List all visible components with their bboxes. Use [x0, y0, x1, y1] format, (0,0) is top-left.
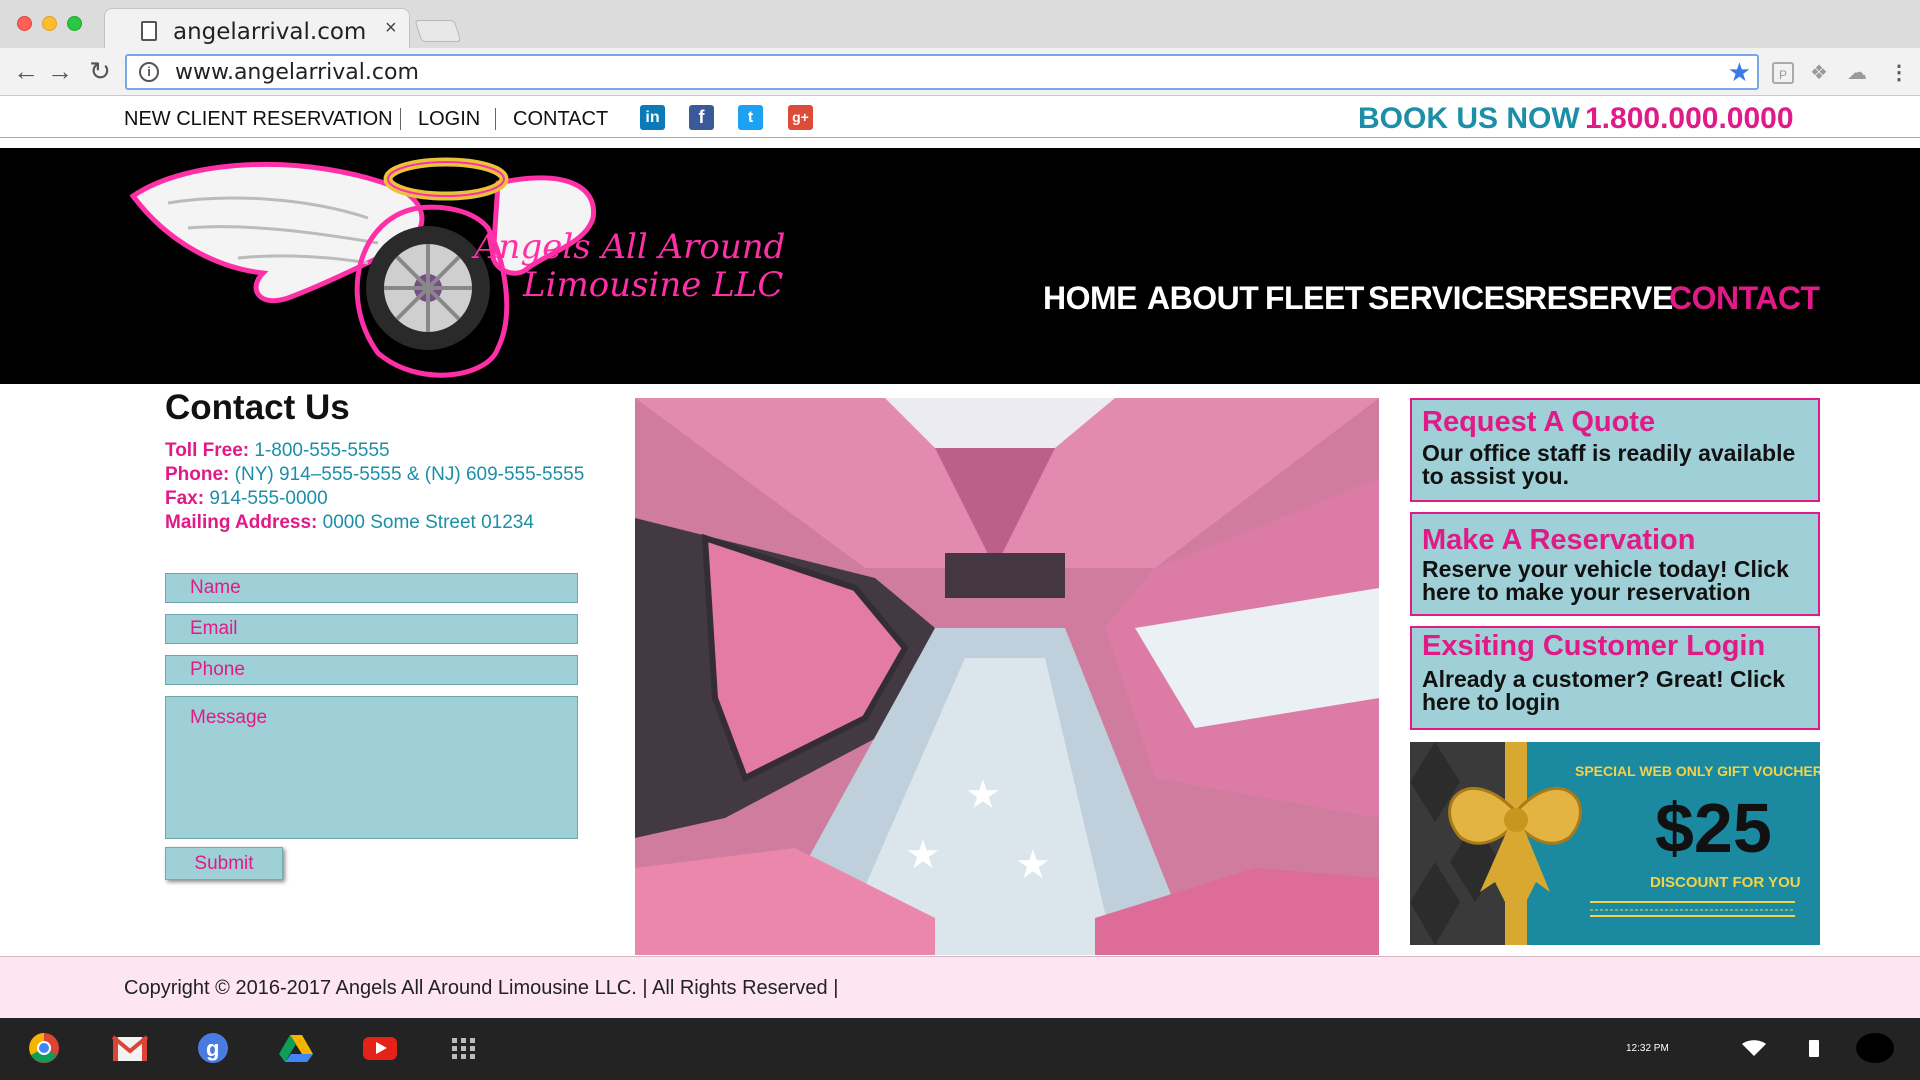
- cloud-icon[interactable]: ☁: [1846, 62, 1868, 84]
- tab-close-icon[interactable]: ×: [385, 17, 397, 40]
- browser-toolbar: ← → ↻ i www.angelarrival.com ★ P ❖ ☁ ⋮: [0, 48, 1920, 96]
- url-text[interactable]: www.angelarrival.com: [175, 60, 419, 85]
- phone-field[interactable]: Phone: [165, 655, 578, 685]
- forward-arrow-icon[interactable]: →: [45, 56, 75, 87]
- browser-menu-icon[interactable]: ⋮: [1888, 62, 1910, 84]
- customer-login-title[interactable]: Exsiting Customer Login: [1422, 630, 1808, 662]
- new-client-reservation-link[interactable]: NEW CLIENT RESERVATION: [124, 108, 393, 131]
- youtube-icon[interactable]: [362, 1032, 398, 1064]
- message-field[interactable]: Message: [165, 696, 578, 839]
- nav-contact[interactable]: CONTACT: [1669, 280, 1820, 317]
- dropbox-icon[interactable]: ❖: [1808, 62, 1830, 84]
- battery-icon[interactable]: [1809, 1040, 1819, 1057]
- chrome-icon[interactable]: [26, 1032, 62, 1064]
- voucher-sub: DISCOUNT FOR YOU: [1650, 874, 1801, 891]
- make-reservation-box[interactable]: Make A Reservation Reserve your vehicle …: [1410, 512, 1820, 616]
- phone-value[interactable]: (NY) 914–555-5555 & (NJ) 609-555-5555: [229, 464, 585, 485]
- phone-number[interactable]: 1.800.000.0000: [1585, 102, 1794, 136]
- bookmark-star-icon[interactable]: ★: [1728, 57, 1751, 88]
- clock[interactable]: 12:32 PM: [1626, 1043, 1669, 1054]
- google-plus-icon[interactable]: g+: [788, 105, 813, 130]
- nav-fleet[interactable]: FLEET: [1265, 280, 1364, 317]
- email-field[interactable]: Email: [165, 614, 578, 644]
- site-header: Angels All Around Limousine LLC HOME ABO…: [0, 148, 1920, 384]
- phone-line: Phone: (NY) 914–555-5555 & (NJ) 609-555-…: [165, 464, 584, 486]
- copyright-text: Copyright © 2016-2017 Angels All Around …: [124, 977, 839, 999]
- divider: [495, 108, 496, 130]
- mailing-address-line: Mailing Address: 0000 Some Street 01234: [165, 512, 534, 534]
- phone-label: Phone:: [165, 464, 230, 485]
- page-icon: [141, 21, 157, 41]
- site-topbar: NEW CLIENT RESERVATION LOGIN CONTACT in …: [0, 96, 1920, 138]
- twitter-icon[interactable]: t: [738, 105, 763, 130]
- info-icon[interactable]: i: [139, 62, 159, 82]
- linkedin-icon[interactable]: in: [640, 105, 665, 130]
- os-shelf: g 12:32 PM: [0, 1018, 1920, 1080]
- facebook-icon[interactable]: f: [689, 105, 714, 130]
- customer-login-body: Already a customer? Great! Click here to…: [1422, 666, 1786, 715]
- submit-button[interactable]: Submit: [165, 847, 283, 880]
- logo-line1: Angels All Around: [471, 227, 785, 267]
- site-footer: Copyright © 2016-2017 Angels All Around …: [0, 956, 1920, 1018]
- page-title: Contact Us: [165, 388, 350, 427]
- login-link[interactable]: LOGIN: [418, 108, 480, 131]
- book-us-now: BOOK US NOW: [1358, 102, 1580, 135]
- fax-label: Fax:: [165, 488, 205, 509]
- fax-line: Fax: 914-555-0000: [165, 488, 328, 510]
- name-field[interactable]: Name: [165, 573, 578, 603]
- mailing-address-value: 0000 Some Street 01234: [317, 512, 534, 533]
- nav-services[interactable]: SERVICES: [1368, 280, 1526, 317]
- contact-link[interactable]: CONTACT: [513, 108, 608, 131]
- reload-icon[interactable]: ↻: [85, 56, 115, 87]
- address-bar[interactable]: i www.angelarrival.com ★: [125, 54, 1759, 90]
- window-maximize-button[interactable]: [67, 16, 82, 31]
- mailing-address-label: Mailing Address:: [165, 512, 318, 533]
- nav-about[interactable]: ABOUT: [1147, 280, 1259, 317]
- browser-tab-strip: angelarrival.com ×: [0, 0, 1920, 48]
- window-close-button[interactable]: [17, 16, 32, 31]
- window-minimize-button[interactable]: [42, 16, 57, 31]
- logo-line2: Limousine LLC: [522, 265, 783, 305]
- make-reservation-body: Reserve your vehicle today! Click here t…: [1422, 556, 1789, 605]
- limo-interior-image: ★ ★ ★: [635, 398, 1379, 955]
- request-quote-title[interactable]: Request A Quote: [1422, 406, 1808, 438]
- customer-login-box[interactable]: Exsiting Customer Login Already a custom…: [1410, 626, 1820, 730]
- gmail-icon[interactable]: [112, 1032, 148, 1064]
- make-reservation-title[interactable]: Make A Reservation: [1422, 524, 1808, 556]
- nav-reserve[interactable]: RESERVE: [1524, 280, 1673, 317]
- voucher-amount: $25: [1655, 789, 1772, 867]
- voucher-headline: SPECIAL WEB ONLY GIFT VOUCHER: [1575, 763, 1820, 779]
- divider: [400, 108, 401, 130]
- toll-free-label: Toll Free:: [165, 440, 250, 461]
- toll-free-line: Toll Free: 1-800-555-5555: [165, 440, 390, 462]
- back-arrow-icon[interactable]: ←: [11, 56, 41, 87]
- extension-icon[interactable]: P: [1772, 62, 1794, 84]
- fax-value: 914-555-0000: [204, 488, 328, 509]
- svg-text:g: g: [206, 1036, 219, 1061]
- avatar[interactable]: [1856, 1033, 1894, 1063]
- gift-voucher-banner[interactable]: SPECIAL WEB ONLY GIFT VOUCHER $25 DISCOU…: [1410, 742, 1820, 945]
- toll-free-value[interactable]: 1-800-555-5555: [249, 440, 389, 461]
- request-quote-body: Our office staff is readily available to…: [1422, 440, 1796, 489]
- tab-title: angelarrival.com: [173, 19, 367, 45]
- apps-grid-icon[interactable]: [446, 1032, 482, 1064]
- drive-icon[interactable]: [278, 1032, 314, 1064]
- request-quote-box[interactable]: Request A Quote Our office staff is read…: [1410, 398, 1820, 502]
- google-icon[interactable]: g: [195, 1032, 231, 1064]
- site-logo[interactable]: Angels All Around Limousine LLC: [128, 148, 858, 384]
- nav-home[interactable]: HOME: [1043, 280, 1138, 317]
- wifi-icon[interactable]: [1742, 1040, 1766, 1056]
- new-tab-button[interactable]: [414, 20, 462, 42]
- browser-tab-active[interactable]: angelarrival.com ×: [104, 8, 410, 48]
